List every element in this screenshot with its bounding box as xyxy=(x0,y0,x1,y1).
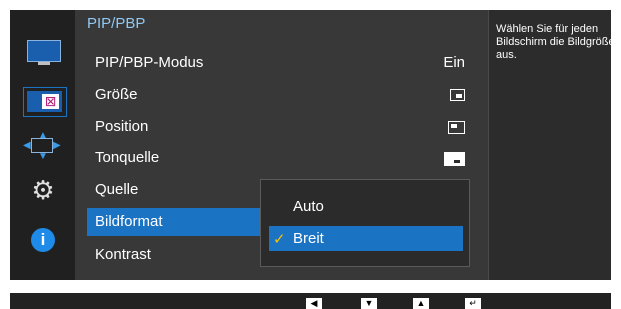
menu-item-sound-source[interactable]: Tonquelle xyxy=(95,144,475,172)
checkmark-icon: ✓ xyxy=(273,231,286,248)
left-arrow-icon[interactable]: ◀ xyxy=(306,298,322,309)
pip-sub-screen: ⊠ xyxy=(42,94,59,109)
dropdown-option-label: Auto xyxy=(293,198,324,215)
gear-icon[interactable]: ⚙ xyxy=(30,177,56,203)
enter-icon[interactable]: ↵ xyxy=(465,298,481,309)
menu-item-label: Quelle xyxy=(95,181,139,198)
help-text: Wählen Sie für jeden Bildschirm die Bild… xyxy=(496,23,615,61)
menu-item-label: Tonquelle xyxy=(95,149,160,166)
pip-size-icon xyxy=(450,89,465,101)
arrow-right-glyph: ▶ xyxy=(53,140,61,151)
sound-source-icon xyxy=(444,152,465,166)
dropdown-option-breit[interactable]: ✓ Breit xyxy=(269,226,463,251)
pip-icon[interactable]: ⊠ xyxy=(23,87,67,117)
divider xyxy=(488,10,489,280)
menu-item-position[interactable]: Position xyxy=(95,113,475,141)
menu-item-label: Kontrast xyxy=(95,246,151,263)
menu-item-pip-pbp-mode[interactable]: PIP/PBP-Modus Ein xyxy=(95,49,475,77)
menu-item-picture-format[interactable]: Bildformat xyxy=(87,208,262,236)
monitor-stand xyxy=(38,62,50,65)
dropdown-option-auto[interactable]: Auto xyxy=(269,194,463,219)
arrow-down-glyph: ▼ xyxy=(38,151,48,162)
monitor-screen xyxy=(27,40,61,62)
menu-item-label: Größe xyxy=(95,86,138,103)
arrows-icon[interactable]: ▲ ▼ ◀ ▶ xyxy=(23,130,61,162)
arrow-up-glyph: ▲ xyxy=(38,130,48,141)
monitor-icon[interactable] xyxy=(27,40,61,66)
menu-item-label: Bildformat xyxy=(95,213,163,230)
picture-format-dropdown: Auto ✓ Breit xyxy=(260,179,470,267)
menu-title: PIP/PBP xyxy=(87,15,146,32)
down-arrow-icon[interactable]: ▼ xyxy=(361,298,377,309)
up-arrow-icon[interactable]: ▲ xyxy=(413,298,429,309)
menu-item-label: Position xyxy=(95,118,149,135)
menu-item-size[interactable]: Größe xyxy=(95,81,475,109)
menu-item-label: PIP/PBP-Modus xyxy=(95,54,204,71)
dropdown-option-label: Breit xyxy=(293,230,324,247)
pip-position-icon xyxy=(448,121,465,134)
arrow-left-glyph: ◀ xyxy=(23,140,31,151)
menu-item-value: Ein xyxy=(443,54,465,71)
info-icon[interactable]: i xyxy=(31,228,55,252)
